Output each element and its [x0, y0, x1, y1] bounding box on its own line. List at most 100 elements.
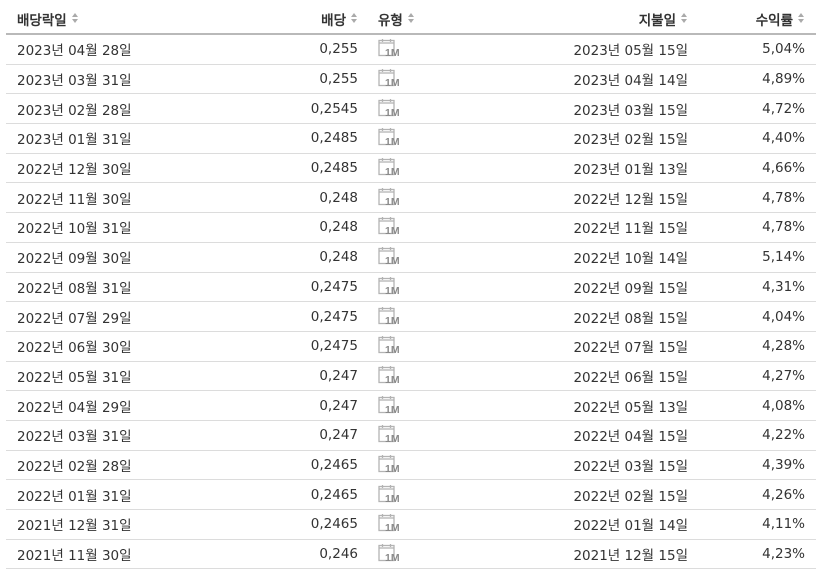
ex-date-cell: 2022년 01월 31일 [17, 488, 132, 505]
ex-date-cell: 2022년 09월 30일 [17, 251, 132, 268]
type-cell: 1M [378, 362, 458, 391]
pay-date-cell: 2022년 02월 15일 [573, 488, 688, 505]
pay-date-cell: 2022년 04월 15일 [573, 429, 688, 446]
amount-cell: 0,2465 [310, 456, 358, 473]
yield-cell: 4,04% [762, 308, 805, 325]
table-header: 배당락일 배당 유형 지불일 수익률 [6, 4, 816, 35]
svg-text:1M: 1M [385, 552, 400, 564]
amount-cell: 0,2465 [310, 516, 358, 533]
header-yield[interactable]: 수익률 [696, 4, 805, 33]
monthly-calendar-icon: 1M [378, 187, 406, 208]
type-cell: 1M [378, 540, 458, 569]
amount-cell: 0,248 [319, 249, 358, 266]
amount-cell: 0,2545 [310, 100, 358, 117]
type-cell: 1M [378, 35, 458, 64]
header-pay-date-label: 지불일 [638, 12, 676, 29]
table-row: 2022년 07월 29일 0,2475 1M 2022년 08월 15일 4,… [6, 302, 816, 332]
svg-text:1M: 1M [385, 493, 400, 505]
yield-cell: 4,26% [762, 486, 805, 503]
monthly-calendar-icon: 1M [378, 247, 406, 267]
yield-cell: 4,72% [762, 100, 805, 117]
header-yield-label: 수익률 [755, 12, 793, 29]
yield-cell: 4,39% [762, 456, 805, 473]
ex-date-cell: 2022년 02월 28일 [17, 458, 132, 475]
type-cell: 1M [378, 302, 458, 331]
type-cell: 1M [378, 332, 458, 361]
monthly-calendar-icon: 1M [378, 158, 406, 178]
header-amount-label: 배당 [321, 12, 346, 29]
monthly-calendar-icon: 1M [378, 336, 406, 356]
svg-text:1M: 1M [385, 404, 400, 416]
amount-cell: 0,255 [319, 71, 358, 88]
monthly-calendar-icon: 1M [378, 454, 406, 475]
table-row: 2022년 12월 30일 0,2485 1M 2023년 01월 13일 4,… [6, 154, 816, 184]
yield-cell: 4,78% [762, 189, 805, 206]
yield-cell: 5,14% [762, 249, 805, 266]
svg-text:1M: 1M [385, 344, 400, 356]
sort-icon[interactable] [798, 13, 805, 24]
ex-date-cell: 2022년 04월 29일 [17, 399, 132, 416]
svg-text:1M: 1M [385, 522, 400, 534]
ex-date-cell: 2022년 11월 30일 [17, 191, 132, 208]
yield-cell: 4,31% [762, 278, 805, 295]
yield-cell: 4,89% [762, 71, 805, 88]
yield-cell: 4,27% [762, 367, 805, 384]
type-cell: 1M [378, 273, 458, 302]
header-type[interactable]: 유형 [378, 4, 458, 33]
pay-date-cell: 2021년 12월 15일 [573, 548, 688, 565]
yield-cell: 4,78% [762, 219, 805, 236]
header-ex-date[interactable]: 배당락일 [17, 4, 277, 33]
sort-icon[interactable] [681, 13, 688, 24]
monthly-calendar-icon: 1M [378, 128, 406, 148]
table-row: 2022년 10월 31일 0,248 1M 2022년 11월 15일 4,7… [6, 213, 816, 243]
header-pay-date[interactable]: 지불일 [458, 4, 688, 33]
type-cell: 1M [378, 243, 458, 272]
pay-date-cell: 2023년 02월 15일 [573, 132, 688, 149]
svg-text:1M: 1M [385, 463, 400, 475]
table-row: 2022년 01월 31일 0,2465 1M 2022년 02월 15일 4,… [6, 480, 816, 510]
sort-icon[interactable] [351, 13, 358, 24]
ex-date-cell: 2023년 04월 28일 [17, 43, 132, 60]
amount-cell: 0,2465 [310, 486, 358, 503]
sort-icon[interactable] [407, 13, 415, 24]
table-row: 2023년 01월 31일 0,2485 1M 2023년 02월 15일 4,… [6, 124, 816, 154]
type-cell: 1M [378, 391, 458, 420]
table-row: 2022년 09월 30일 0,248 1M 2022년 10월 14일 5,1… [6, 243, 816, 273]
table-row: 2022년 03월 31일 0,247 1M 2022년 04월 15일 4,2… [6, 421, 816, 451]
pay-date-cell: 2023년 03월 15일 [573, 102, 688, 119]
monthly-calendar-icon: 1M [378, 306, 406, 327]
type-cell: 1M [378, 510, 458, 539]
monthly-calendar-icon: 1M [378, 276, 406, 297]
type-cell: 1M [378, 480, 458, 509]
svg-text:1M: 1M [385, 107, 400, 119]
type-cell: 1M [378, 451, 458, 480]
yield-cell: 4,66% [762, 160, 805, 177]
amount-cell: 0,2475 [310, 338, 358, 355]
yield-cell: 4,28% [762, 338, 805, 355]
amount-cell: 0,246 [319, 546, 358, 563]
monthly-calendar-icon: 1M [378, 425, 406, 445]
ex-date-cell: 2023년 03월 31일 [17, 73, 132, 90]
table-row: 2022년 08월 31일 0,2475 1M 2022년 09월 15일 4,… [6, 273, 816, 303]
svg-text:1M: 1M [385, 196, 400, 208]
amount-cell: 0,247 [319, 397, 358, 414]
svg-text:1M: 1M [385, 77, 400, 89]
monthly-calendar-icon: 1M [378, 514, 406, 534]
header-amount[interactable]: 배당 [276, 4, 358, 33]
header-type-label: 유형 [378, 12, 403, 29]
sort-icon[interactable] [71, 13, 79, 24]
type-cell: 1M [378, 94, 458, 123]
table-row: 2022년 02월 28일 0,2465 1M 2022년 03월 15일 4,… [6, 451, 816, 481]
type-cell: 1M [378, 183, 458, 212]
pay-date-cell: 2023년 04월 14일 [573, 73, 688, 90]
svg-text:1M: 1M [385, 166, 400, 178]
ex-date-cell: 2022년 05월 31일 [17, 369, 132, 386]
ex-date-cell: 2021년 11월 30일 [17, 548, 132, 565]
monthly-calendar-icon: 1M [378, 217, 406, 237]
table-row: 2022년 06월 30일 0,2475 1M 2022년 07월 15일 4,… [6, 332, 816, 362]
yield-cell: 4,22% [762, 427, 805, 444]
amount-cell: 0,2475 [310, 278, 358, 295]
table-row: 2021년 12월 31일 0,2465 1M 2022년 01월 14일 4,… [6, 510, 816, 540]
ex-date-cell: 2022년 08월 31일 [17, 280, 132, 297]
ex-date-cell: 2023년 01월 31일 [17, 132, 132, 149]
